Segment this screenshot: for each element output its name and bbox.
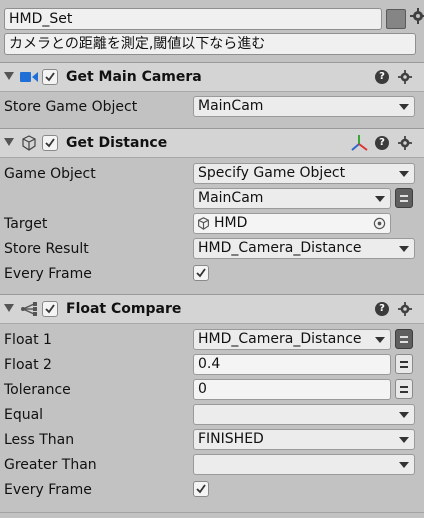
gear-icon[interactable] xyxy=(398,70,412,84)
action-title: Get Main Camera xyxy=(66,69,202,85)
state-description-field[interactable]: カメラとの距離を測定,閾値以下なら進む xyxy=(4,33,416,55)
game-object-mode-dropdown[interactable]: Specify Game Object xyxy=(193,163,415,184)
action-title: Get Distance xyxy=(66,135,168,151)
field-label: Float 1 xyxy=(4,332,52,348)
target-value: HMD xyxy=(214,215,248,231)
less-than-event-dropdown[interactable]: FINISHED xyxy=(193,429,415,450)
transform-axes-icon[interactable] xyxy=(350,134,368,152)
dropdown-value: HMD_Camera_Distance xyxy=(198,240,362,256)
variable-toggle-button[interactable] xyxy=(395,379,413,399)
dropdown-value: Specify Game Object xyxy=(198,165,346,181)
field-label: Greater Than xyxy=(4,457,97,473)
target-picker-icon[interactable] xyxy=(373,217,386,230)
dropdown-value: MainCam xyxy=(198,190,264,206)
chevron-down-icon xyxy=(399,104,409,110)
every-frame-checkbox[interactable] xyxy=(193,481,209,497)
dropdown-value: FINISHED xyxy=(198,431,264,447)
state-color-swatch[interactable] xyxy=(386,9,406,29)
field-label: Store Game Object xyxy=(4,99,138,115)
game-object-variable-dropdown[interactable]: MainCam xyxy=(193,188,391,209)
chevron-down-icon xyxy=(399,412,409,418)
greater-than-event-dropdown[interactable] xyxy=(193,454,415,475)
field-label: Tolerance xyxy=(4,382,71,398)
chevron-down-icon xyxy=(399,246,409,252)
field-label: Less Than xyxy=(4,432,75,448)
field-label: Store Result xyxy=(4,241,89,257)
cube-icon xyxy=(198,217,209,230)
action-enabled-checkbox[interactable] xyxy=(42,69,58,85)
cube-icon xyxy=(22,135,36,151)
chevron-down-icon xyxy=(399,437,409,443)
store-game-object-dropdown[interactable]: MainCam xyxy=(193,96,415,117)
gear-icon[interactable] xyxy=(398,136,412,150)
field-label: Target xyxy=(4,216,48,232)
field-label: Every Frame xyxy=(4,482,92,498)
section-divider xyxy=(0,512,424,513)
dropdown-value: MainCam xyxy=(198,98,264,114)
gear-icon[interactable] xyxy=(410,8,424,24)
camera-icon xyxy=(20,72,38,82)
variable-toggle-button[interactable] xyxy=(395,354,413,374)
store-result-dropdown[interactable]: HMD_Camera_Distance xyxy=(193,238,415,259)
float2-input[interactable]: 0.4 xyxy=(193,354,391,375)
chevron-down-icon xyxy=(399,462,409,468)
tolerance-input[interactable]: 0 xyxy=(193,379,391,400)
field-label: Equal xyxy=(4,407,44,423)
action-header-get-distance[interactable]: Get Distance ? xyxy=(0,128,424,158)
foldout-arrow-icon[interactable] xyxy=(4,72,14,80)
help-icon[interactable]: ? xyxy=(375,70,389,84)
gear-icon[interactable] xyxy=(398,302,412,316)
chevron-down-icon xyxy=(375,196,385,202)
chevron-down-icon xyxy=(399,171,409,177)
field-label: Every Frame xyxy=(4,266,92,282)
action-enabled-checkbox[interactable] xyxy=(42,135,58,151)
chevron-down-icon xyxy=(375,337,385,343)
compare-icon xyxy=(21,302,37,316)
action-header-float-compare[interactable]: Float Compare ? xyxy=(0,294,424,324)
target-object-field[interactable]: HMD xyxy=(193,213,391,234)
every-frame-checkbox[interactable] xyxy=(193,265,209,281)
float1-dropdown[interactable]: HMD_Camera_Distance xyxy=(193,329,391,350)
action-title: Float Compare xyxy=(66,301,182,317)
foldout-arrow-icon[interactable] xyxy=(4,304,14,312)
foldout-arrow-icon[interactable] xyxy=(4,138,14,146)
help-icon[interactable]: ? xyxy=(375,136,389,150)
action-header-get-main-camera[interactable]: Get Main Camera ? xyxy=(0,62,424,92)
equal-event-dropdown[interactable] xyxy=(193,404,415,425)
field-label: Float 2 xyxy=(4,357,52,373)
variable-toggle-button[interactable] xyxy=(395,329,413,349)
field-label: Game Object xyxy=(4,166,96,182)
variable-toggle-button[interactable] xyxy=(395,188,413,208)
action-enabled-checkbox[interactable] xyxy=(42,301,58,317)
dropdown-value: HMD_Camera_Distance xyxy=(198,331,362,347)
help-icon[interactable]: ? xyxy=(375,302,389,316)
state-name-field[interactable]: HMD_Set xyxy=(4,8,382,30)
